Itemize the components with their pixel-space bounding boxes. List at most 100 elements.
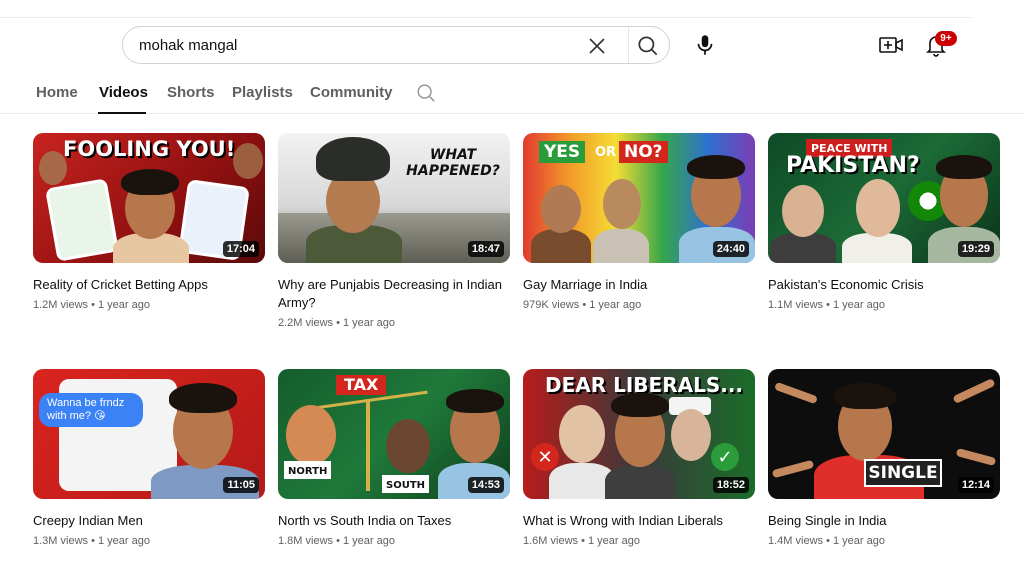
south-label: SOUTH [382, 475, 430, 493]
person-hair [687, 155, 745, 179]
video-meta: 1.3M views • 1 year ago [33, 535, 150, 547]
turban-graphic [316, 137, 390, 181]
video-duration: 18:47 [467, 241, 504, 257]
tab-videos[interactable]: Videos [99, 84, 148, 101]
no-label: NO? [619, 141, 668, 163]
person-graphic [770, 233, 836, 263]
person-face [671, 409, 711, 461]
video-thumbnail[interactable]: WHAT HAPPENED? 18:47 [278, 133, 510, 263]
microphone-icon[interactable] [692, 32, 718, 58]
cross-icon: ✕ [531, 443, 559, 471]
video-title[interactable]: Gay Marriage in India [523, 276, 753, 294]
upload-age: 1 year ago [833, 299, 885, 311]
video-title[interactable]: Reality of Cricket Betting Apps [33, 276, 263, 294]
view-count: 1.3M views [33, 535, 89, 547]
video-thumbnail[interactable]: Wanna be frndz with me? 😘 11:05 [33, 369, 265, 499]
person-hair [446, 389, 504, 413]
video-duration: 24:40 [712, 241, 749, 257]
video-duration: 11:05 [223, 477, 259, 493]
view-count: 1.1M views [768, 299, 824, 311]
person-graphic [605, 465, 675, 499]
video-thumbnail[interactable]: SINGLE 12:14 [768, 369, 1000, 499]
upload-age: 1 year ago [833, 535, 885, 547]
video-meta: 1.4M views • 1 year ago [768, 535, 885, 547]
search-box[interactable]: mohak mangal [122, 26, 670, 64]
person-hair [834, 383, 896, 409]
view-count: 2.2M views [278, 317, 334, 329]
tab-home[interactable]: Home [36, 84, 78, 101]
top-divider [0, 17, 972, 18]
search-icon[interactable] [635, 33, 661, 59]
upload-age: 1 year ago [588, 535, 640, 547]
phone-graphic [45, 178, 119, 262]
video-duration: 19:29 [957, 241, 994, 257]
chat-bubble: Wanna be frndz with me? 😘 [39, 393, 143, 427]
person-face [541, 185, 581, 233]
video-thumbnail[interactable]: PEACE WITH PAKISTAN? 19:29 [768, 133, 1000, 263]
view-count: 1.4M views [768, 535, 824, 547]
person-graphic [593, 229, 649, 263]
tax-label: TAX [336, 375, 387, 395]
person-face [386, 419, 430, 473]
video-title[interactable]: Being Single in India [768, 512, 998, 530]
video-title[interactable]: What is Wrong with Indian Liberals [523, 512, 753, 530]
video-meta: 1.1M views • 1 year ago [768, 299, 885, 311]
thumbnail-caption: WHAT HAPPENED? [406, 147, 500, 179]
upload-age: 1 year ago [98, 299, 150, 311]
video-title[interactable]: Pakistan's Economic Crisis [768, 276, 998, 294]
search-input[interactable]: mohak mangal [139, 37, 237, 54]
person-face [559, 405, 605, 463]
video-meta: 2.2M views • 1 year ago [278, 317, 395, 329]
pointing-hand-graphic [952, 378, 996, 404]
north-label: NORTH [284, 461, 332, 479]
video-duration: 17:04 [222, 241, 259, 257]
thumbnail-caption: OR [595, 145, 617, 160]
notifications-badge: 9+ [935, 31, 957, 46]
person-hair [936, 155, 992, 179]
video-duration: 14:53 [467, 477, 504, 493]
video-thumbnail[interactable]: TAX NORTH SOUTH 14:53 [278, 369, 510, 499]
video-thumbnail[interactable]: FOOLING YOU! 17:04 [33, 133, 265, 263]
video-thumbnail[interactable]: DEAR LIBERALS... ✕ ✓ 18:52 [523, 369, 755, 499]
channel-tabs: Home Videos Shorts Playlists Community [0, 76, 1024, 114]
active-tab-indicator [98, 112, 146, 114]
upload-age: 1 year ago [343, 535, 395, 547]
person-face [782, 185, 824, 237]
person-hair [611, 393, 669, 417]
video-meta: 979K views • 1 year ago [523, 299, 642, 311]
video-thumbnail[interactable]: YES OR NO? 24:40 [523, 133, 755, 263]
person-graphic [531, 229, 591, 263]
thumbnail-caption: PAKISTAN? [786, 153, 920, 178]
person-face [603, 179, 641, 229]
scale-pole [366, 399, 370, 491]
person-face [286, 405, 336, 465]
thumbnail-caption: FOOLING YOU! [63, 137, 236, 161]
pointing-hand-graphic [955, 447, 997, 467]
video-title[interactable]: Creepy Indian Men [33, 512, 263, 530]
video-title[interactable]: Why are Punjabis Decreasing in Indian Ar… [278, 276, 508, 312]
single-sign: SINGLE [864, 459, 942, 487]
pointing-hand-graphic [771, 459, 815, 479]
top-bar: mohak mangal 9+ [0, 0, 1024, 72]
video-duration: 12:14 [957, 477, 994, 493]
upload-age: 1 year ago [98, 535, 150, 547]
channel-search-icon[interactable] [415, 82, 437, 104]
tab-playlists[interactable]: Playlists [232, 84, 293, 101]
close-icon[interactable] [585, 34, 609, 58]
person-hair [169, 383, 237, 413]
video-meta: 1.2M views • 1 year ago [33, 299, 150, 311]
search-divider [628, 27, 629, 63]
view-count: 1.6M views [523, 535, 579, 547]
video-meta: 1.6M views • 1 year ago [523, 535, 640, 547]
person-face [39, 151, 67, 185]
video-title[interactable]: North vs South India on Taxes [278, 512, 508, 530]
create-video-icon[interactable] [878, 33, 904, 57]
person-graphic [842, 233, 912, 263]
tab-community[interactable]: Community [310, 84, 393, 101]
pointing-hand-graphic [773, 381, 819, 405]
upload-age: 1 year ago [343, 317, 395, 329]
video-duration: 18:52 [712, 477, 749, 493]
tab-shorts[interactable]: Shorts [167, 84, 215, 101]
upload-age: 1 year ago [589, 299, 642, 311]
view-count: 1.2M views [33, 299, 89, 311]
